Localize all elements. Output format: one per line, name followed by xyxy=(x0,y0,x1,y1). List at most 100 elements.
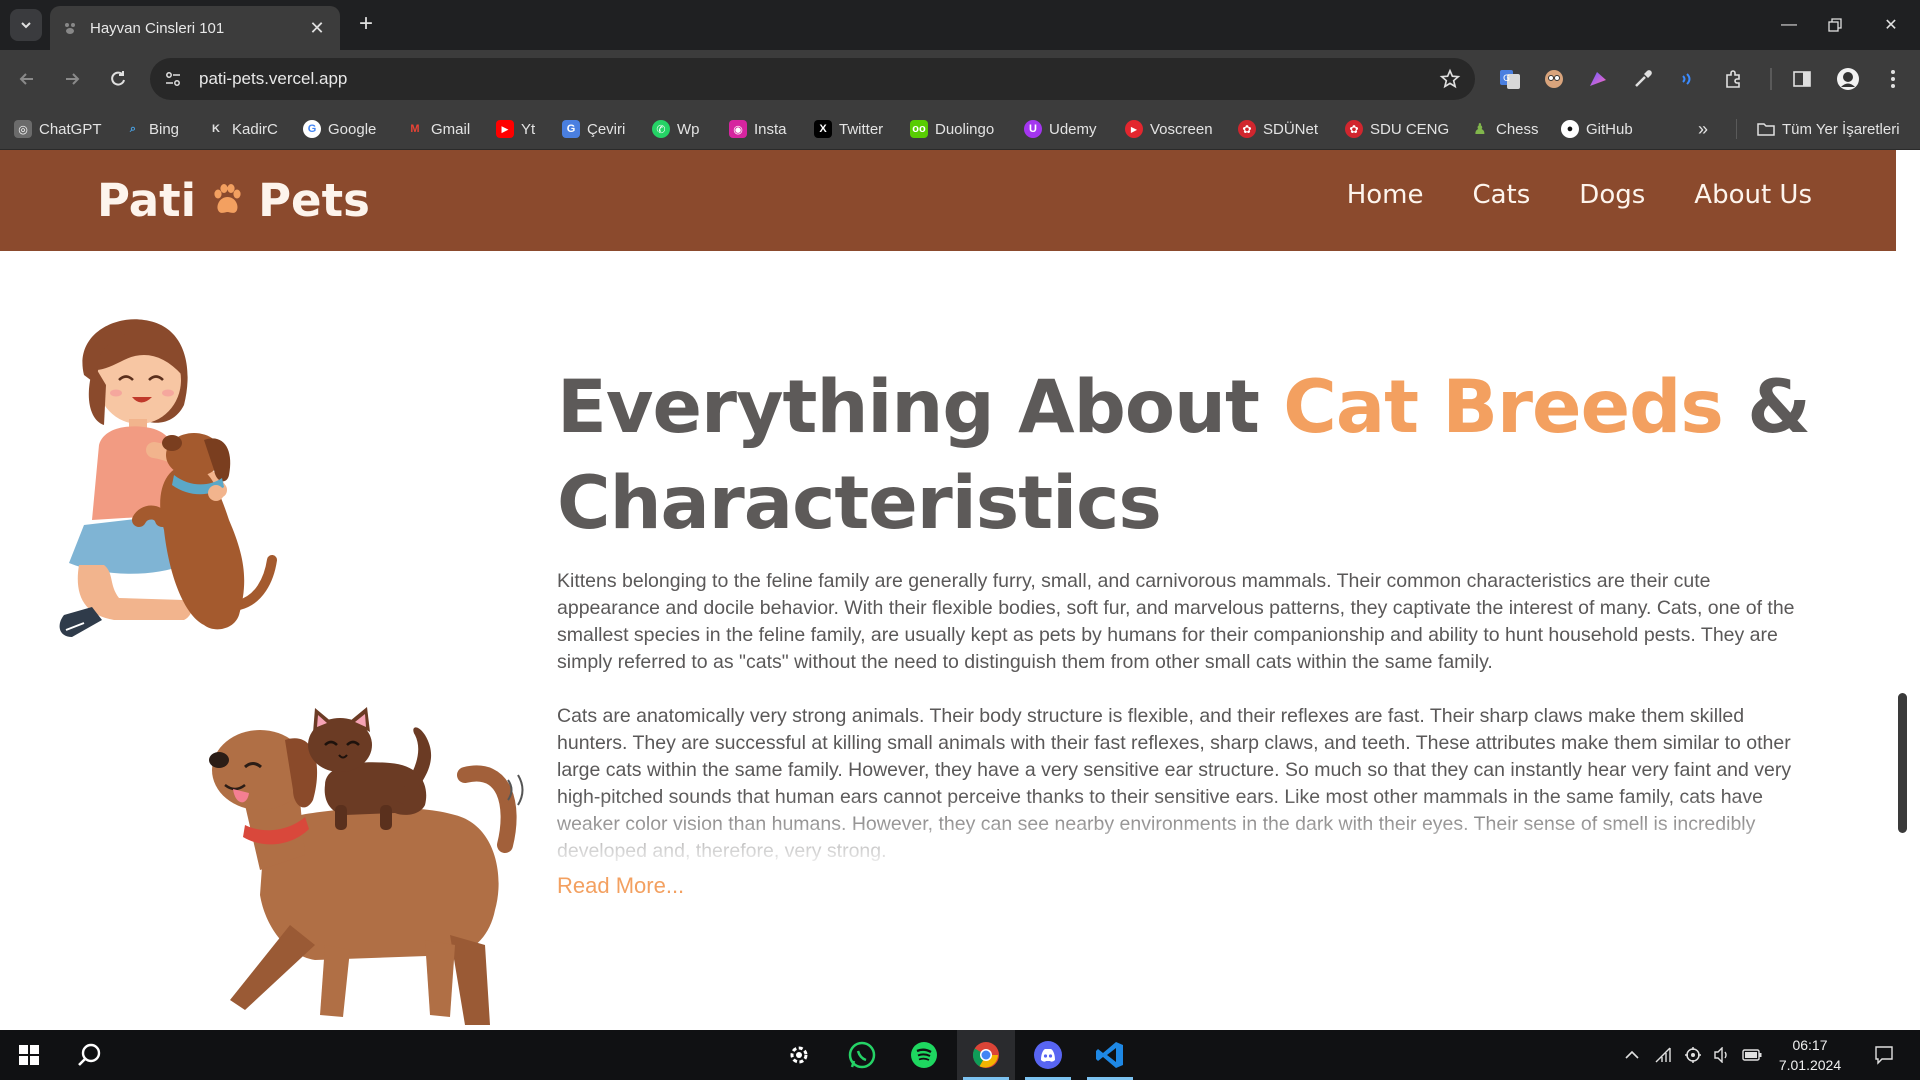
tray-overflow-chevron-icon[interactable] xyxy=(1620,1030,1644,1080)
bookmark-voscreen[interactable]: ▶ Voscreen xyxy=(1125,108,1213,150)
bing-search-icon: ⌕ xyxy=(129,122,137,135)
nav-dogs[interactable]: Dogs xyxy=(1579,180,1645,210)
site-info-icon[interactable] xyxy=(155,61,191,97)
bookmark-bing[interactable]: ⌕ Bing xyxy=(124,108,179,150)
bookmarks-divider xyxy=(1736,119,1737,139)
discord-icon[interactable] xyxy=(1019,1030,1077,1080)
arrow-left-icon xyxy=(19,73,33,85)
read-aloud-extension-icon[interactable] xyxy=(1675,66,1701,92)
bookmarks-overflow-chevron-icon[interactable]: » xyxy=(1698,108,1708,150)
tab-search-button[interactable] xyxy=(10,9,42,41)
vscode-icon[interactable] xyxy=(1081,1030,1139,1080)
bookmark-label: Gmail xyxy=(431,120,471,138)
nav-cats[interactable]: Cats xyxy=(1472,180,1530,210)
bookmark-google[interactable]: G Google xyxy=(303,108,376,150)
nav-about-us[interactable]: About Us xyxy=(1694,180,1812,210)
bookmark-instagram[interactable]: ◉ Insta xyxy=(729,108,787,150)
reload-icon xyxy=(111,71,125,86)
side-panel-icon[interactable] xyxy=(1789,66,1815,92)
google-icon: G xyxy=(303,120,321,138)
forward-button[interactable] xyxy=(57,64,87,94)
bookmark-whatsapp[interactable]: ✆ Wp xyxy=(652,108,700,150)
bookmark-github[interactable]: ● GitHub xyxy=(1561,108,1633,150)
wifi-icon[interactable] xyxy=(1650,1030,1676,1080)
battery-icon[interactable] xyxy=(1739,1030,1765,1080)
url-text: pati-pets.vercel.app xyxy=(199,69,348,88)
folder-icon xyxy=(1757,120,1775,138)
reload-button[interactable] xyxy=(103,64,133,94)
taskbar-clock[interactable]: 06:17 7.01.2024 xyxy=(1768,1035,1852,1075)
bookmark-label: Google xyxy=(328,120,377,138)
bookmark-chess[interactable]: ♟ Chess xyxy=(1471,108,1539,150)
chevron-down-icon xyxy=(21,22,31,29)
bookmark-label: Twitter xyxy=(839,120,884,138)
duolingo-icon: oo xyxy=(910,120,928,138)
windows-start-icon[interactable] xyxy=(0,1030,58,1080)
site-header: Pati Pets Home Cats Dogs About Us xyxy=(0,150,1908,251)
bookmark-chatgpt[interactable]: ◎ ChatGPT xyxy=(14,108,102,150)
chrome-taskbar-icon[interactable] xyxy=(957,1030,1015,1080)
nav-home[interactable]: Home xyxy=(1347,180,1424,210)
bookmark-label: Bing xyxy=(149,120,180,138)
bookmarks-bar: ◎ ChatGPT ⌕ Bing K KadirC G Google M Gmail ▶ Y… xyxy=(0,108,1920,150)
whatsapp-taskbar-icon[interactable] xyxy=(833,1030,891,1080)
bookmark-duolingo[interactable]: oo Duolingo xyxy=(910,108,994,150)
bookmark-gmail[interactable]: M Gmail xyxy=(406,108,470,150)
windows-taskbar: 06:17 7.01.2024 xyxy=(0,1030,1920,1080)
bookmark-sdunet[interactable]: ✿ SDÜNet xyxy=(1238,108,1318,150)
tab-close-icon[interactable]: ✕ xyxy=(306,18,328,39)
restore-button[interactable] xyxy=(1806,0,1864,50)
volume-icon[interactable] xyxy=(1709,1030,1735,1080)
logo-text-pati: Pati xyxy=(97,173,197,227)
chess-pawn-icon: ♟ xyxy=(1473,121,1487,138)
bookmark-star-icon[interactable] xyxy=(1439,68,1461,95)
bookmark-label: Udemy xyxy=(1049,120,1097,138)
browser-toolbar: pati-pets.vercel.app G xyxy=(0,50,1920,108)
more-menu-icon[interactable] xyxy=(1880,66,1906,92)
translate-icon: G xyxy=(562,120,580,138)
bookmark-kadirc[interactable]: K KadirC xyxy=(207,108,278,150)
bookmark-label: Duolingo xyxy=(935,120,995,138)
read-more-link[interactable]: Read More... xyxy=(557,873,684,899)
bookmark-twitter[interactable]: X Twitter xyxy=(814,108,883,150)
google-translate-extension-icon[interactable]: G xyxy=(1497,66,1523,92)
bookmark-ceviri[interactable]: G Çeviri xyxy=(562,108,625,150)
page-scrollbar[interactable] xyxy=(1896,150,1908,1030)
spotify-icon[interactable] xyxy=(895,1030,953,1080)
scrollbar-thumb[interactable] xyxy=(1898,693,1907,833)
kadirc-icon: K xyxy=(212,123,220,135)
close-window-button[interactable]: ✕ xyxy=(1862,0,1920,50)
bookmark-label: Chess xyxy=(1496,120,1539,138)
clock-date: 7.01.2024 xyxy=(1778,1057,1842,1073)
extensions-puzzle-icon[interactable] xyxy=(1720,66,1746,92)
title-accent-text: Cat Breeds xyxy=(1283,365,1724,450)
browser-tab-active[interactable]: Hayvan Cinsleri 101 ✕ xyxy=(50,6,340,50)
search-icon[interactable] xyxy=(60,1030,118,1080)
sdu-icon: ✿ xyxy=(1345,120,1363,138)
new-tab-button[interactable]: + xyxy=(352,10,380,38)
color-picker-extension-icon[interactable] xyxy=(1630,66,1656,92)
notification-center-icon[interactable] xyxy=(1864,1030,1904,1080)
page-title: Everything About Cat Breeds & Characteri… xyxy=(557,360,1817,552)
browser-tab-bar: Hayvan Cinsleri 101 ✕ + — ✕ xyxy=(0,0,1920,50)
restore-icon xyxy=(1828,18,1842,32)
profile-extension-icon[interactable] xyxy=(1541,66,1567,92)
settings-gear-icon[interactable] xyxy=(770,1030,828,1080)
bookmark-sdu-ceng[interactable]: ✿ SDU CENG xyxy=(1345,108,1449,150)
back-button[interactable] xyxy=(12,64,42,94)
arrow-right-icon xyxy=(66,73,80,85)
address-bar[interactable]: pati-pets.vercel.app xyxy=(150,58,1475,100)
all-bookmarks-folder[interactable]: Tüm Yer İşaretleri xyxy=(1757,108,1900,150)
location-icon[interactable] xyxy=(1680,1030,1706,1080)
gradient-extension-icon[interactable] xyxy=(1585,66,1611,92)
profile-avatar[interactable] xyxy=(1835,66,1861,92)
whatsapp-icon: ✆ xyxy=(652,120,670,138)
chatgpt-icon: ◎ xyxy=(14,120,32,138)
bookmark-label: Insta xyxy=(754,120,787,138)
description-block: Kittens belonging to the feline family a… xyxy=(557,568,1817,865)
site-logo[interactable]: Pati Pets xyxy=(97,170,370,230)
bookmark-label: Wp xyxy=(677,120,700,138)
instagram-icon: ◉ xyxy=(729,120,747,138)
bookmark-youtube[interactable]: ▶ Yt xyxy=(496,108,535,150)
bookmark-udemy[interactable]: U Udemy xyxy=(1024,108,1097,150)
